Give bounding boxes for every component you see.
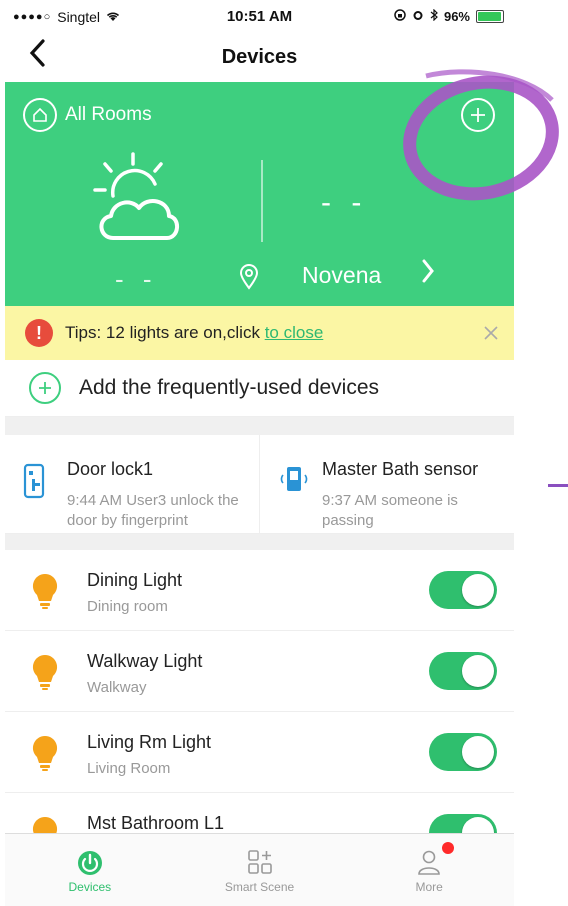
tab-label: More <box>415 880 443 894</box>
battery-percent: 96% <box>443 9 470 24</box>
partly-cloudy-icon <box>93 152 179 240</box>
add-device-button[interactable] <box>461 98 495 132</box>
status-right: 96% <box>394 8 504 24</box>
tips-message: Tips: 12 lights are on,click <box>65 323 265 342</box>
light-bulb-icon <box>31 653 59 696</box>
device-name: Dining Light <box>87 570 183 590</box>
weather-panel: All Rooms - - - - Novena <box>5 82 514 306</box>
device-room: Walkway <box>87 679 147 696</box>
tab-more[interactable]: More <box>344 834 514 906</box>
add-circle-icon <box>29 372 61 404</box>
nav-bar: Devices <box>5 34 514 82</box>
card-description: 9:44 AM User3 unlock the door by fingerp… <box>67 492 239 529</box>
motion-sensor-icon <box>278 463 310 500</box>
annotation-mark <box>548 484 568 487</box>
tab-label: Devices <box>68 880 112 894</box>
device-toggle[interactable] <box>429 571 497 609</box>
chevron-right-icon[interactable] <box>421 258 435 291</box>
device-row[interactable]: Dining Light Dining room <box>5 550 514 631</box>
tab-devices[interactable]: Devices <box>5 834 175 906</box>
tips-banner: ! Tips: 12 lights are on,click to close <box>5 306 514 360</box>
device-room: Living Room <box>87 760 171 777</box>
notification-badge <box>442 842 455 854</box>
alarm-icon <box>412 9 424 24</box>
status-bar: ●●●●○ Singtel 10:51 AM 96% <box>5 0 514 34</box>
device-row[interactable]: Living Rm Light Living Room <box>5 712 514 793</box>
all-rooms-selector[interactable]: All Rooms <box>23 98 152 132</box>
tips-text: Tips: 12 lights are on,click to close <box>65 323 323 343</box>
light-bulb-icon <box>31 734 59 777</box>
recent-events: Door lock1 9:44 AM User3 unlock the door… <box>5 435 514 534</box>
door-lock-icon <box>23 463 45 504</box>
card-title: Master Bath sensor <box>322 459 479 479</box>
light-bulb-icon <box>31 572 59 615</box>
tab-label: Smart Scene <box>224 880 295 894</box>
device-toggle[interactable] <box>429 652 497 690</box>
add-frequent-devices-row[interactable]: Add the frequently-used devices <box>5 360 514 417</box>
page-title: Devices <box>221 46 298 68</box>
device-list: Dining Light Dining room Walkway Light W… <box>5 550 514 874</box>
tab-smart-scene[interactable]: Smart Scene <box>175 834 345 906</box>
warning-icon: ! <box>25 319 53 347</box>
battery-icon <box>476 10 504 23</box>
door-lock-card[interactable]: Door lock1 9:44 AM User3 unlock the door… <box>5 435 259 533</box>
grid-plus-icon <box>247 850 272 874</box>
power-icon <box>77 851 102 875</box>
close-icon[interactable] <box>484 320 498 346</box>
device-row[interactable]: Walkway Light Walkway <box>5 631 514 712</box>
home-icon <box>23 98 57 132</box>
sensor-card[interactable]: Master Bath sensor 9:37 AM someone is pa… <box>259 435 514 533</box>
section-gap <box>5 417 514 435</box>
tab-bar: Devices Smart Scene More <box>5 833 514 906</box>
card-description: 9:37 AM someone is passing <box>322 492 458 529</box>
device-name: Walkway Light <box>87 651 203 671</box>
device-name: Living Rm Light <box>87 732 212 752</box>
device-toggle[interactable] <box>429 733 497 771</box>
weather-divider <box>261 160 263 242</box>
outside-screen-area <box>514 0 568 906</box>
card-title: Door lock1 <box>67 459 154 479</box>
rotation-lock-icon <box>394 9 406 24</box>
person-icon <box>418 850 440 875</box>
device-room: Dining room <box>87 598 168 615</box>
phone-screen: ●●●●○ Singtel 10:51 AM 96% Devices All R… <box>5 0 514 906</box>
all-rooms-label: All Rooms <box>65 104 152 125</box>
weather-secondary-value: - - <box>115 264 158 294</box>
bluetooth-icon <box>430 8 438 24</box>
device-name: Mst Bathroom L1 <box>87 813 225 833</box>
location-pin-icon <box>239 264 259 295</box>
add-frequent-devices-label: Add the frequently-used devices <box>79 376 380 399</box>
location-name[interactable]: Novena <box>302 262 381 289</box>
temperature-value: - - <box>321 186 368 219</box>
tips-close-link[interactable]: to close <box>265 323 324 342</box>
section-gap <box>5 534 514 550</box>
